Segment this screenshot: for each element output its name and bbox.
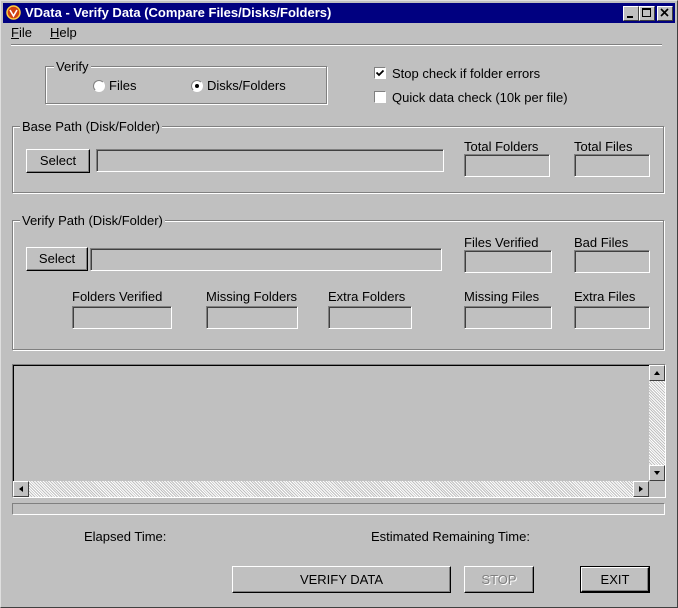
exit-button[interactable]: EXIT <box>580 566 650 593</box>
maximize-icon <box>642 8 651 17</box>
extra-files-field <box>574 306 650 329</box>
vertical-scrollbar[interactable] <box>649 365 665 481</box>
checkbox-stop-check-label: Stop check if folder errors <box>392 66 541 81</box>
arrow-left-icon <box>19 486 23 492</box>
progress-bar <box>12 503 665 515</box>
radio-files-label: Files <box>109 78 137 93</box>
total-folders-label: Total Folders <box>464 139 539 154</box>
checkbox-quick-check-label: Quick data check (10k per file) <box>392 90 568 105</box>
horizontal-scrollbar[interactable] <box>13 481 649 497</box>
menu-separator <box>11 44 662 46</box>
checkmark-icon <box>375 69 385 77</box>
files-verified-field <box>464 250 552 273</box>
verify-path-group <box>12 220 664 350</box>
folders-verified-label: Folders Verified <box>72 289 163 304</box>
total-files-field <box>574 154 650 177</box>
bad-files-label: Bad Files <box>574 235 629 250</box>
radio-files-circle[interactable] <box>93 80 105 92</box>
missing-folders-field <box>206 306 298 329</box>
missing-files-label: Missing Files <box>464 289 540 304</box>
total-folders-field <box>464 154 550 177</box>
scroll-left-button[interactable] <box>13 481 29 497</box>
arrow-right-icon <box>639 486 643 492</box>
missing-files-field <box>464 306 552 329</box>
checkbox-stop-check-box[interactable] <box>374 67 386 79</box>
radio-selected-dot <box>195 84 199 88</box>
menu-help[interactable]: Help <box>50 25 77 40</box>
verify-mode-legend: Verify <box>54 59 91 74</box>
verify-path-legend: Verify Path (Disk/Folder) <box>20 213 165 228</box>
base-select-button[interactable]: Select <box>26 149 90 173</box>
remaining-time-label: Estimated Remaining Time: <box>371 529 530 544</box>
extra-folders-field <box>328 306 412 329</box>
stop-button[interactable]: STOP <box>464 566 534 593</box>
scroll-corner <box>649 481 665 497</box>
close-icon <box>660 8 669 17</box>
missing-folders-label: Missing Folders <box>206 289 298 304</box>
results-list[interactable] <box>12 364 666 498</box>
radio-disks-circle[interactable] <box>191 80 203 92</box>
base-path-field[interactable] <box>96 149 444 172</box>
elapsed-time-label: Elapsed Time: <box>84 529 167 544</box>
scroll-down-button[interactable] <box>649 465 665 481</box>
scroll-right-button[interactable] <box>633 481 649 497</box>
minimize-icon <box>627 16 633 18</box>
scroll-up-button[interactable] <box>649 365 665 381</box>
arrow-up-icon <box>654 371 660 375</box>
window-title: VData - Verify Data (Compare Files/Disks… <box>25 5 332 20</box>
folders-verified-field <box>72 306 172 329</box>
extra-folders-label: Extra Folders <box>328 289 406 304</box>
minimize-button[interactable] <box>623 6 639 21</box>
bad-files-field <box>574 250 650 273</box>
base-path-legend: Base Path (Disk/Folder) <box>20 119 162 134</box>
checkbox-quick-check-box[interactable] <box>374 91 386 103</box>
files-verified-label: Files Verified <box>464 235 539 250</box>
verify-path-field[interactable] <box>90 248 442 271</box>
verify-data-button[interactable]: VERIFY DATA <box>232 566 451 593</box>
verify-select-button[interactable]: Select <box>26 247 88 271</box>
app-icon <box>6 5 21 20</box>
radio-disks-label: Disks/Folders <box>207 78 286 93</box>
close-button[interactable] <box>657 6 673 21</box>
arrow-down-icon <box>654 471 660 475</box>
menu-file[interactable]: File <box>11 25 32 40</box>
title-bar[interactable]: VData - Verify Data (Compare Files/Disks… <box>3 3 675 23</box>
maximize-button[interactable] <box>639 6 655 21</box>
total-files-label: Total Files <box>574 139 633 154</box>
extra-files-label: Extra Files <box>574 289 636 304</box>
app-window: VData - Verify Data (Compare Files/Disks… <box>0 0 678 608</box>
